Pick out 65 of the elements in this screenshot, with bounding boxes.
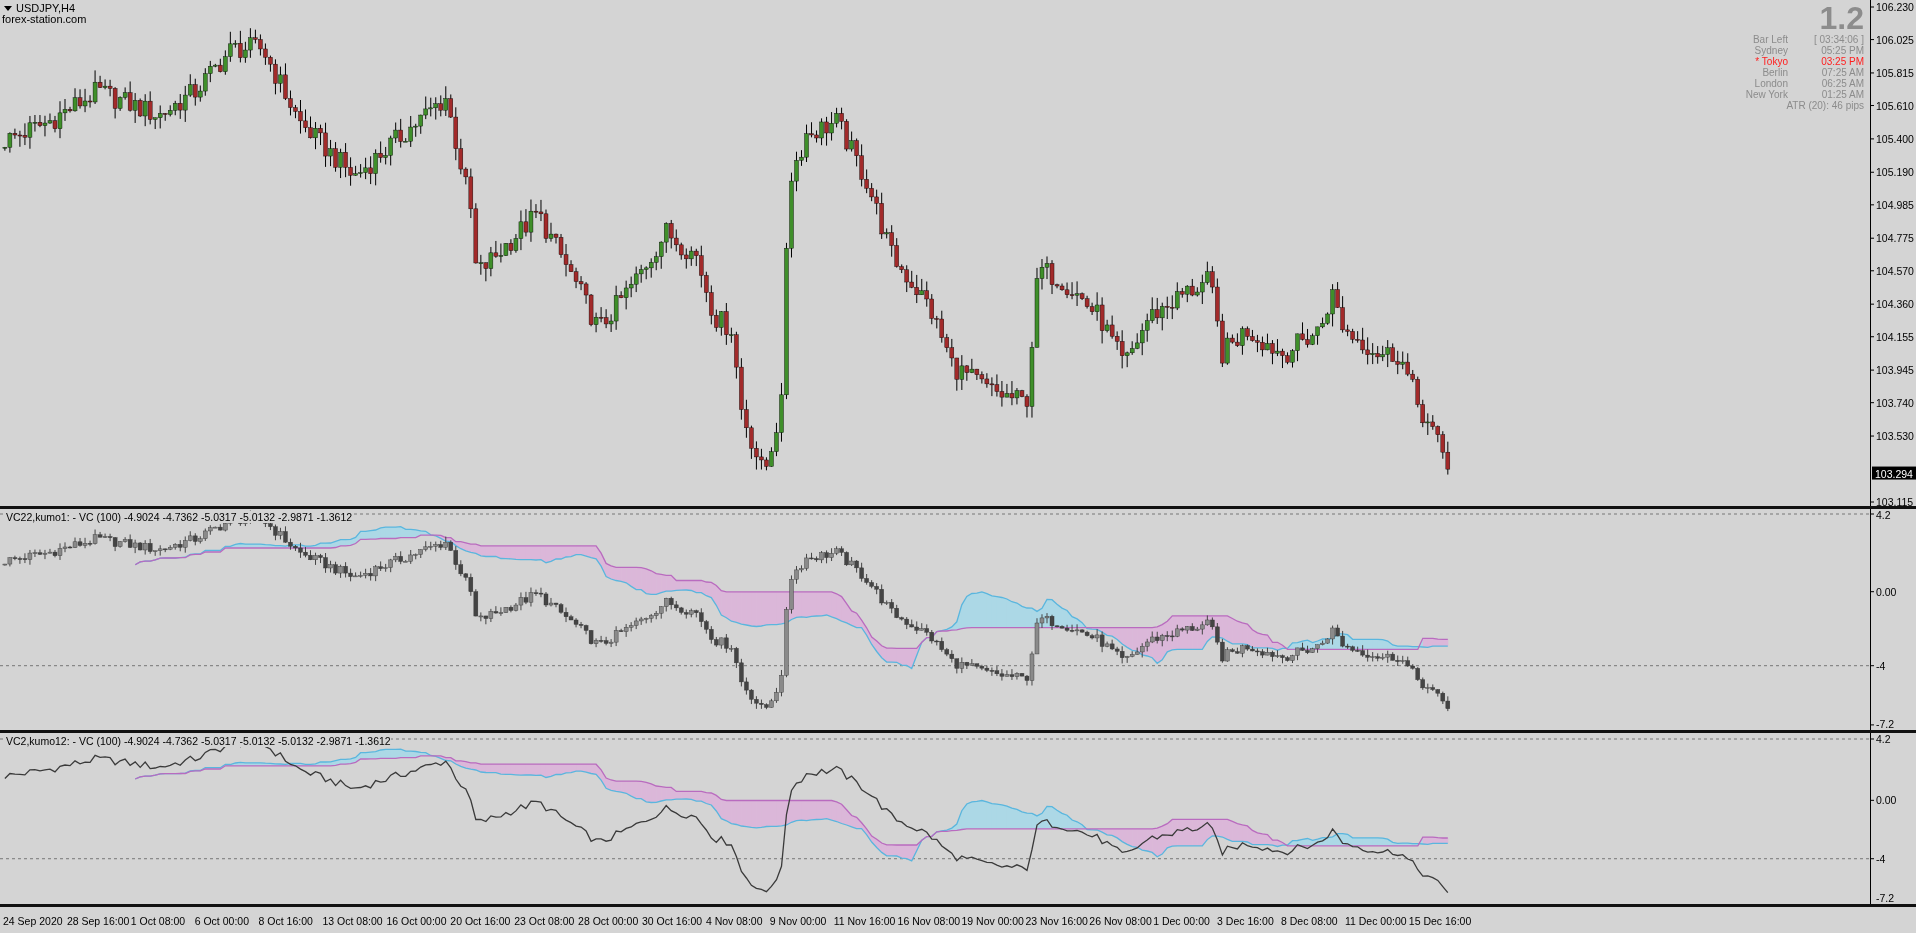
- price-label: 104.570: [1876, 264, 1914, 277]
- axis-label: -4: [1876, 659, 1886, 672]
- time-label: 13 Oct 08:00: [322, 915, 383, 927]
- session-time: 03:25 PM: [1820, 56, 1864, 67]
- price-label: 104.155: [1876, 330, 1914, 343]
- price-label: 105.190: [1876, 166, 1914, 179]
- session-label: * Tokyo: [1754, 56, 1788, 67]
- price-label: 105.610: [1876, 99, 1914, 112]
- price-label: 106.230: [1876, 1, 1914, 13]
- price-label: 104.775: [1876, 232, 1914, 245]
- session-label: Sydney: [1753, 45, 1788, 56]
- axis-label: 4.2: [1876, 733, 1891, 745]
- axis-label: 0.00: [1876, 585, 1897, 598]
- time-label: 28 Sep 16:00: [66, 915, 130, 927]
- session-time: 07:25 AM: [1820, 67, 1864, 78]
- price-label: 103.740: [1876, 396, 1914, 409]
- session-label: London: [1753, 78, 1788, 89]
- session-time: [ 03:34:06 ]: [1813, 34, 1864, 45]
- time-label: 23 Nov 16:00: [1025, 915, 1088, 927]
- time-label: 23 Oct 08:00: [514, 915, 575, 927]
- symbol-label: USDJPY,H4: [16, 2, 76, 14]
- time-label: 8 Dec 08:00: [1281, 915, 1338, 927]
- time-label: 26 Nov 08:00: [1089, 915, 1152, 927]
- session-time: 05:25 PM: [1820, 45, 1864, 56]
- axis-label: 4.2: [1876, 509, 1891, 521]
- version-label: 1.2: [1819, 2, 1864, 34]
- time-label: 11 Nov 16:00: [833, 915, 896, 927]
- axis-label: -7.2: [1876, 718, 1895, 730]
- time-label: 1 Oct 08:00: [130, 915, 186, 927]
- time-label: 9 Nov 00:00: [769, 915, 827, 927]
- price-label: 105.815: [1876, 66, 1914, 79]
- session-time: 06:25 AM: [1820, 78, 1864, 89]
- session-label: Berlin: [1761, 67, 1788, 78]
- time-label: 24 Sep 2020: [3, 915, 63, 927]
- time-label: 20 Oct 16:00: [450, 915, 511, 927]
- source-label: forex-station.com: [2, 13, 87, 25]
- time-label: 1 Dec 00:00: [1153, 915, 1210, 927]
- time-label: 19 Nov 00:00: [961, 915, 1024, 927]
- price-label: 103.530: [1876, 430, 1914, 443]
- atr-label: ATR (20): 46 pips: [1786, 100, 1864, 112]
- price-label: 104.985: [1876, 198, 1914, 211]
- price-label: 103.115: [1876, 496, 1914, 506]
- indicator-label: VC22,kumo1: - VC (100) -4.9024 -4.7362 -5.0317 -5.0132 -2.9871 -1.3612: [6, 511, 353, 523]
- time-label: 16 Nov 08:00: [897, 915, 961, 927]
- time-label: 30 Oct 16:00: [642, 915, 703, 927]
- time-label: 3 Dec 16:00: [1217, 915, 1274, 927]
- time-label: 4 Nov 08:00: [705, 915, 763, 927]
- time-label: 16 Oct 00:00: [386, 915, 447, 927]
- current-price-badge: 103.294: [1872, 466, 1916, 480]
- session-time: 01:25 AM: [1820, 89, 1864, 100]
- time-label: 8 Oct 16:00: [258, 915, 313, 927]
- time-label: 6 Oct 00:00: [194, 915, 249, 927]
- indicator-label: VC2,kumo12: - VC (100) -4.9024 -4.7362 -5.0317 -5.0132 -5.0132 -2.9871 -1.3612: [6, 735, 391, 747]
- price-label: 105.400: [1876, 132, 1914, 145]
- session-label: Bar Left: [1751, 34, 1788, 45]
- axis-label: -4: [1876, 852, 1886, 865]
- time-label: 15 Dec 16:00: [1408, 915, 1472, 927]
- price-label: 106.025: [1876, 33, 1914, 46]
- price-label: 104.360: [1876, 298, 1914, 311]
- axis-label: 0.00: [1876, 794, 1897, 807]
- time-label: 11 Dec 00:00: [1344, 915, 1407, 927]
- time-label: 28 Oct 00:00: [578, 915, 639, 927]
- session-label: New York: [1745, 89, 1788, 100]
- axis-label: -7.2: [1876, 892, 1895, 904]
- price-label: 103.945: [1876, 364, 1914, 377]
